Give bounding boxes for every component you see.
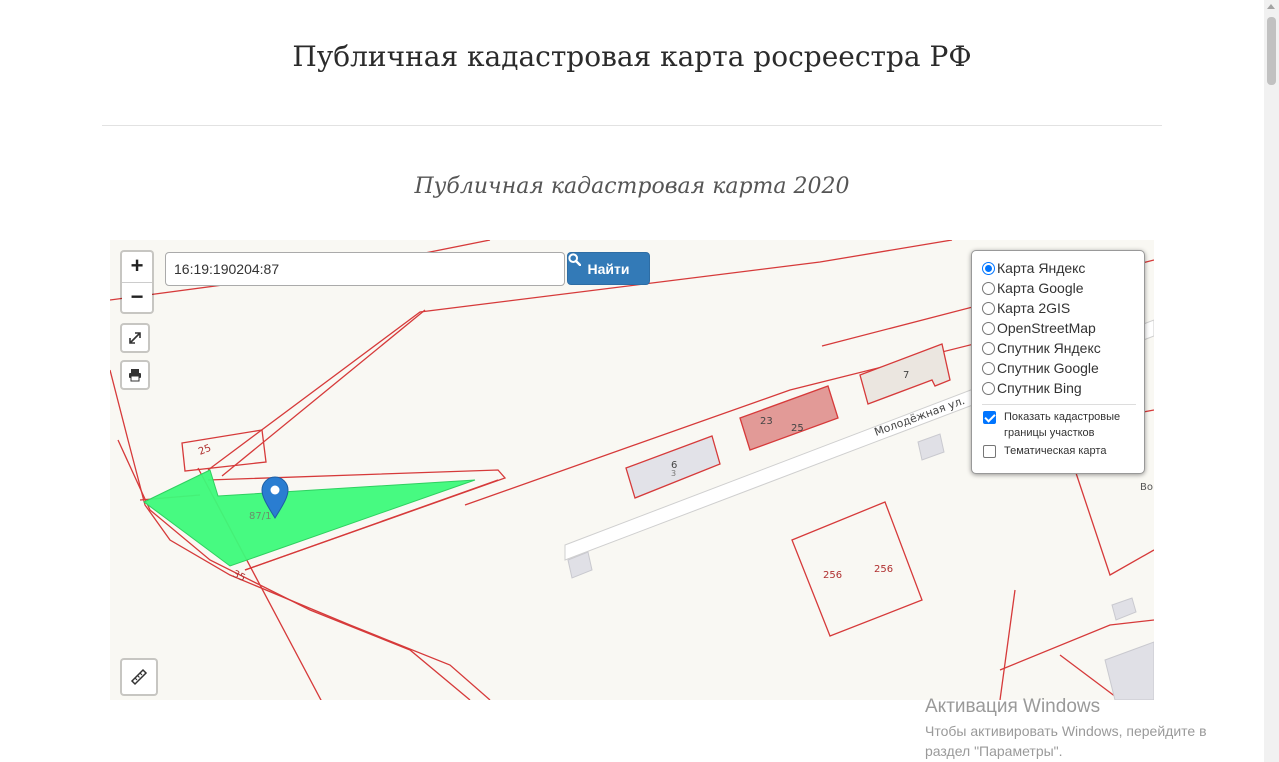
plot-label: 256 <box>823 570 842 581</box>
radio-button[interactable] <box>982 361 995 375</box>
zoom-control: + − <box>120 250 154 314</box>
building-23-25[interactable] <box>739 385 839 451</box>
watermark-line-2: раздел "Параметры". <box>925 743 1063 759</box>
building-label: 3 <box>671 469 676 478</box>
watermark-title: Активация Windows <box>925 696 1101 717</box>
street-label: Молодёжная ул. <box>873 394 967 439</box>
parcel-label: 87/1 <box>249 511 271 522</box>
checkbox[interactable] <box>983 445 996 458</box>
layer-option-google-satellite[interactable]: Спутник Google <box>982 358 1144 378</box>
radio-button[interactable] <box>982 261 995 275</box>
header-divider <box>102 125 1162 126</box>
page-scrollbar[interactable] <box>1264 0 1279 762</box>
cadastral-search-input[interactable] <box>165 252 565 286</box>
radio-button[interactable] <box>982 301 995 315</box>
radio-button[interactable] <box>982 281 995 295</box>
watermark-line-1: Чтобы активировать Windows, перейдите в <box>925 723 1207 739</box>
ruler-icon <box>130 668 148 686</box>
cadastral-map[interactable]: 25 87/1 35 6 3 23 25 7 256 256 Во Молодё… <box>110 240 1154 700</box>
large-building <box>1104 641 1154 700</box>
checkbox[interactable] <box>983 411 996 424</box>
layer-switcher: Карта Яндекс Карта Google Карта 2GIS Ope… <box>971 250 1145 474</box>
printer-icon <box>129 369 141 382</box>
parcel-label: 25 <box>197 443 213 458</box>
zoom-out-button[interactable]: − <box>122 282 152 312</box>
layer-option-yandex-satellite[interactable]: Спутник Яндекс <box>982 338 1144 358</box>
print-button[interactable] <box>120 360 150 390</box>
measure-button[interactable] <box>120 658 158 696</box>
layer-option-osm[interactable]: OpenStreetMap <box>982 318 1144 338</box>
windows-activation-watermark: Активация Windows Чтобы активировать Win… <box>925 696 1207 761</box>
overlay-thematic-map[interactable]: Тематическая карта <box>982 443 1144 459</box>
plot-label: 256 <box>874 564 893 575</box>
overlay-cadastral-boundaries[interactable]: Показать кадастровые границы участков <box>982 409 1144 441</box>
layer-option-google-map[interactable]: Карта Google <box>982 278 1144 298</box>
small-building <box>917 433 945 461</box>
radio-button[interactable] <box>982 381 995 395</box>
building-label: 25 <box>791 423 804 434</box>
zoom-in-button[interactable]: + <box>122 252 152 282</box>
layer-option-2gis-map[interactable]: Карта 2GIS <box>982 298 1144 318</box>
selected-parcel[interactable] <box>143 469 476 567</box>
building-label: 23 <box>760 416 773 427</box>
radio-button[interactable] <box>982 341 995 355</box>
scroll-up-arrow-icon[interactable] <box>1267 4 1275 9</box>
expand-icon <box>129 332 141 344</box>
map-edge-label: Во <box>1140 482 1153 493</box>
layers-divider <box>982 404 1136 405</box>
small-building <box>1111 597 1137 621</box>
radio-button[interactable] <box>982 321 995 335</box>
scroll-thumb[interactable] <box>1267 17 1276 85</box>
fullscreen-button[interactable] <box>120 323 150 353</box>
layer-option-yandex-map[interactable]: Карта Яндекс <box>982 258 1144 278</box>
building-label: 7 <box>903 370 909 381</box>
search-button-label: Найти <box>587 260 630 277</box>
search-button[interactable]: Найти <box>567 252 650 285</box>
search-icon <box>568 253 581 266</box>
page-title: Публичная кадастровая карта росреестра Р… <box>292 40 972 73</box>
layer-option-bing-satellite[interactable]: Спутник Bing <box>982 378 1144 398</box>
section-title: Публичная кадастровая карта 2020 <box>414 174 850 199</box>
